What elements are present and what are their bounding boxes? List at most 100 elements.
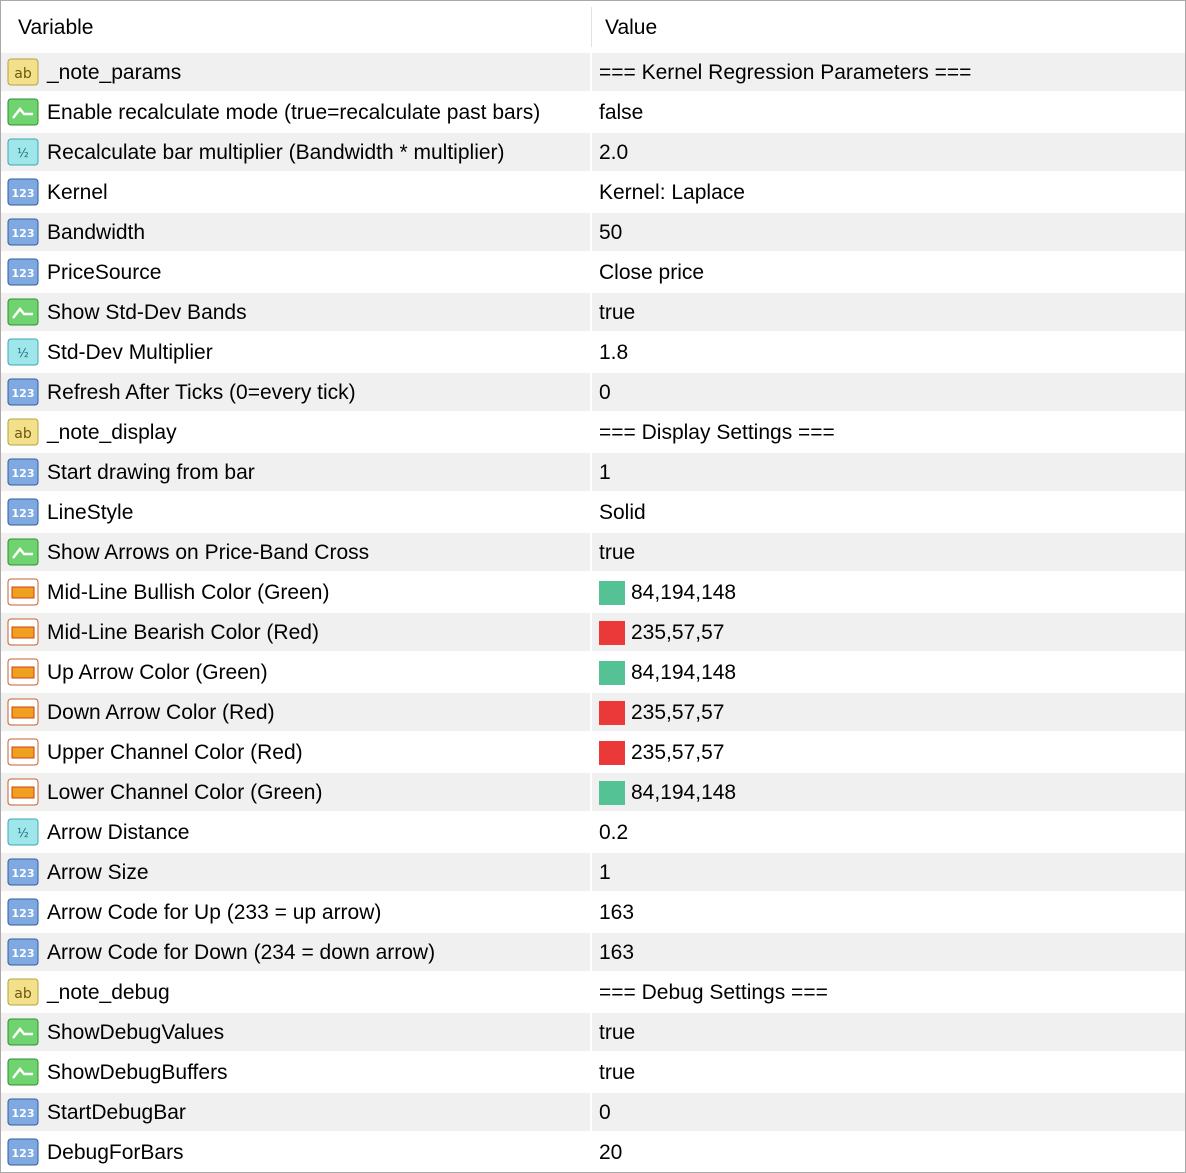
variable-value[interactable]: true — [599, 293, 635, 331]
variable-value[interactable]: Kernel: Laplace — [599, 173, 745, 211]
input-row[interactable]: ab _note_display === Display Settings === — [1, 413, 1185, 453]
input-row[interactable]: 123 Start drawing from bar 1 — [1, 453, 1185, 493]
variable-value[interactable]: 50 — [599, 213, 622, 251]
svg-text:½: ½ — [17, 146, 29, 160]
column-divider — [590, 973, 592, 1011]
input-row[interactable]: Mid-Line Bullish Color (Green) 84,194,148 — [1, 573, 1185, 613]
variable-value[interactable]: 235,57,57 — [631, 733, 724, 771]
variable-value[interactable]: true — [599, 1013, 635, 1051]
svg-text:ab: ab — [14, 66, 32, 82]
variable-value[interactable]: 0 — [599, 1093, 611, 1131]
input-row[interactable]: Mid-Line Bearish Color (Red) 235,57,57 — [1, 613, 1185, 653]
variable-name: Lower Channel Color (Green) — [47, 781, 323, 804]
variable-value[interactable]: 163 — [599, 893, 634, 931]
variable-value[interactable]: Solid — [599, 493, 646, 531]
input-row[interactable]: 123 Arrow Code for Up (233 = up arrow) 163 — [1, 893, 1185, 933]
input-row[interactable]: 123 PriceSource Close price — [1, 253, 1185, 293]
variable-value[interactable]: 235,57,57 — [631, 693, 724, 731]
int-icon: 123 — [7, 1098, 39, 1126]
input-row[interactable]: Enable recalculate mode (true=recalculat… — [1, 93, 1185, 133]
color-icon — [7, 778, 39, 806]
variable-value[interactable]: 235,57,57 — [631, 613, 724, 651]
column-divider — [590, 173, 592, 211]
variable-name: Mid-Line Bullish Color (Green) — [47, 581, 330, 604]
svg-text:½: ½ — [17, 826, 29, 840]
column-divider — [590, 1133, 592, 1171]
input-row[interactable]: ½ Recalculate bar multiplier (Bandwidth *… — [1, 133, 1185, 173]
svg-text:123: 123 — [12, 867, 35, 880]
int-icon: 123 — [7, 458, 39, 486]
column-divider — [590, 853, 592, 891]
variable-value[interactable]: 1.8 — [599, 333, 628, 371]
color-swatch[interactable] — [599, 701, 625, 725]
variable-name: Show Arrows on Price-Band Cross — [47, 541, 370, 564]
variable-value[interactable]: === Debug Settings === — [599, 973, 828, 1011]
svg-text:123: 123 — [12, 227, 35, 240]
input-row[interactable]: 123 LineStyle Solid — [1, 493, 1185, 533]
svg-text:½: ½ — [17, 346, 29, 360]
color-swatch[interactable] — [599, 661, 625, 685]
inputs-grid: Variable Value ab _note_params === Kernel … — [0, 0, 1186, 1173]
variable-value[interactable]: 0 — [599, 373, 611, 411]
input-row[interactable]: ab _note_params === Kernel Regression Para… — [1, 53, 1185, 93]
input-row[interactable]: Upper Channel Color (Red) 235,57,57 — [1, 733, 1185, 773]
variable-value[interactable]: 1 — [599, 853, 611, 891]
variable-name: ShowDebugValues — [47, 1021, 225, 1044]
column-header-value[interactable]: Value — [605, 1, 657, 53]
input-row[interactable]: Show Std-Dev Bands true — [1, 293, 1185, 333]
column-header-variable[interactable]: Variable — [18, 1, 94, 53]
input-row[interactable]: 123 Kernel Kernel: Laplace — [1, 173, 1185, 213]
variable-value[interactable]: 84,194,148 — [631, 573, 736, 611]
input-row[interactable]: 123 Refresh After Ticks (0=every tick) 0 — [1, 373, 1185, 413]
input-row[interactable]: Up Arrow Color (Green) 84,194,148 — [1, 653, 1185, 693]
variable-name: Upper Channel Color (Red) — [47, 741, 303, 764]
variable-value[interactable]: false — [599, 93, 643, 131]
input-row[interactable]: ab _note_debug === Debug Settings === — [1, 973, 1185, 1013]
input-row[interactable]: Down Arrow Color (Red) 235,57,57 — [1, 693, 1185, 733]
int-icon: 123 — [7, 178, 39, 206]
variable-value[interactable]: 84,194,148 — [631, 773, 736, 811]
input-row[interactable]: 123 Bandwidth 50 — [1, 213, 1185, 253]
variable-value[interactable]: 2.0 — [599, 133, 628, 171]
color-swatch[interactable] — [599, 781, 625, 805]
input-row[interactable]: ½ Arrow Distance 0.2 — [1, 813, 1185, 853]
input-row[interactable]: 123 Arrow Size 1 — [1, 853, 1185, 893]
variable-name: Std-Dev Multiplier — [47, 341, 213, 364]
column-divider — [590, 93, 592, 131]
variable-name: LineStyle — [47, 501, 134, 524]
column-header-divider[interactable] — [591, 7, 592, 47]
input-row[interactable]: 123 DebugForBars 20 — [1, 1133, 1185, 1172]
variable-value[interactable]: 163 — [599, 933, 634, 971]
input-row[interactable]: 123 Arrow Code for Down (234 = down arrow… — [1, 933, 1185, 973]
column-divider — [590, 693, 592, 731]
int-icon: 123 — [7, 378, 39, 406]
variable-value[interactable]: true — [599, 1053, 635, 1091]
column-divider — [590, 333, 592, 371]
variable-value[interactable]: === Display Settings === — [599, 413, 835, 451]
input-row[interactable]: ShowDebugBuffers true — [1, 1053, 1185, 1093]
column-divider — [590, 1013, 592, 1051]
input-row[interactable]: Lower Channel Color (Green) 84,194,148 — [1, 773, 1185, 813]
grid-header: Variable Value — [1, 1, 1185, 53]
input-row[interactable]: 123 StartDebugBar 0 — [1, 1093, 1185, 1133]
color-icon — [7, 738, 39, 766]
svg-text:123: 123 — [12, 507, 35, 520]
column-divider — [590, 893, 592, 931]
int-icon: 123 — [7, 858, 39, 886]
variable-value[interactable]: 84,194,148 — [631, 653, 736, 691]
color-swatch[interactable] — [599, 741, 625, 765]
color-swatch[interactable] — [599, 581, 625, 605]
variable-value[interactable]: Close price — [599, 253, 704, 291]
input-row[interactable]: ShowDebugValues true — [1, 1013, 1185, 1053]
input-row[interactable]: ½ Std-Dev Multiplier 1.8 — [1, 333, 1185, 373]
svg-text:123: 123 — [12, 907, 35, 920]
variable-value[interactable]: true — [599, 533, 635, 571]
input-row[interactable]: Show Arrows on Price-Band Cross true — [1, 533, 1185, 573]
variable-value[interactable]: 0.2 — [599, 813, 628, 851]
variable-value[interactable]: === Kernel Regression Parameters === — [599, 53, 971, 91]
int-icon: 123 — [7, 258, 39, 286]
color-icon — [7, 698, 39, 726]
variable-value[interactable]: 1 — [599, 453, 611, 491]
color-swatch[interactable] — [599, 621, 625, 645]
variable-value[interactable]: 20 — [599, 1133, 622, 1171]
